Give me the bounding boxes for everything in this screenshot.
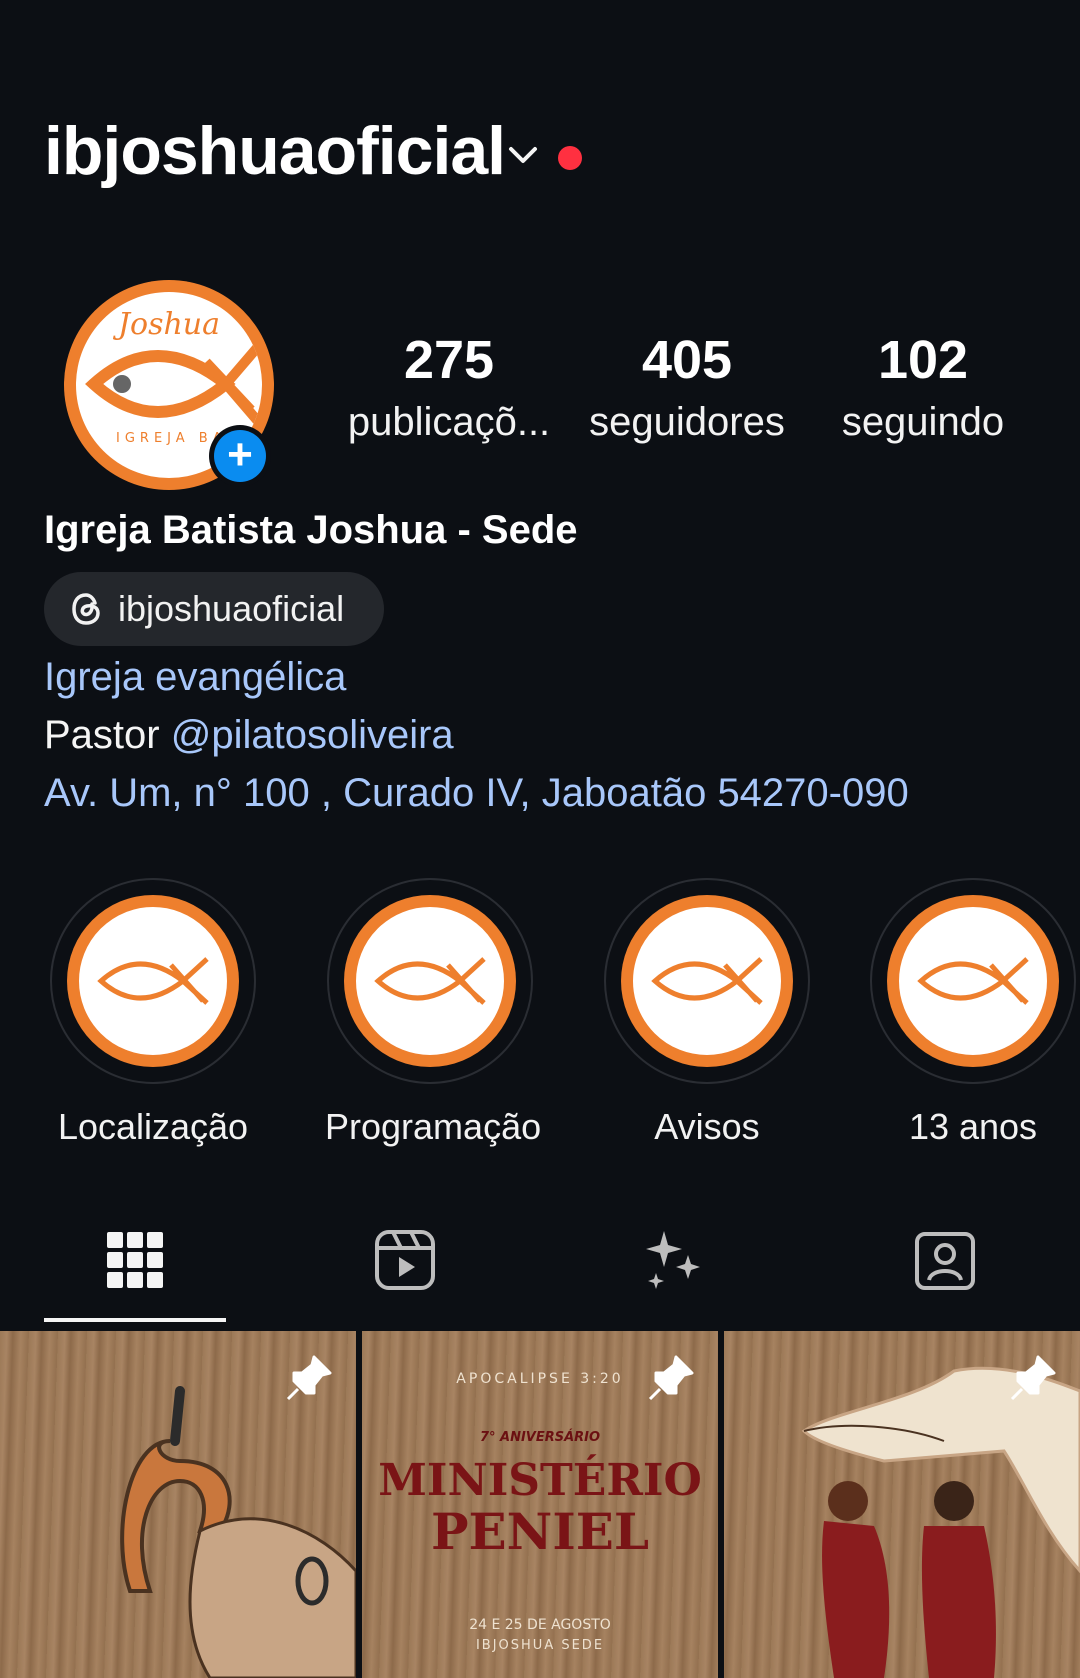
fish-icon xyxy=(97,957,209,1005)
post-tile-2[interactable]: APOCALIPSE 3:20 7° ANIVERSÁRIO MINISTÉRI… xyxy=(362,1331,718,1678)
stat-followers-label: seguidores xyxy=(589,400,785,444)
highlight-label: Programação xyxy=(325,1106,542,1147)
svg-text:MINISTÉRIO: MINISTÉRIO xyxy=(378,1453,702,1506)
chevron-down-icon[interactable] xyxy=(505,143,541,167)
stat-followers[interactable]: 405 seguidores xyxy=(572,330,802,454)
fish-icon xyxy=(374,957,486,1005)
pin-icon xyxy=(1010,1355,1056,1401)
svg-text:Joshua: Joshua xyxy=(112,307,220,342)
highlight-13-anos[interactable]: 13 anos xyxy=(868,878,1078,1148)
highlight-programacao[interactable]: Programação xyxy=(325,878,542,1148)
add-story-button[interactable]: + xyxy=(209,425,271,487)
profile-full-name: Igreja Batista Joshua - Sede xyxy=(44,508,578,552)
stat-following[interactable]: 102 seguindo xyxy=(808,330,1038,454)
stat-posts[interactable]: 275 publicaçõ... xyxy=(334,330,564,454)
notification-dot xyxy=(558,146,582,170)
tab-grid[interactable] xyxy=(85,1220,185,1300)
bio-mention-link[interactable]: @pilatosoliveira xyxy=(171,713,454,757)
profile-category[interactable]: Igreja evangélica xyxy=(44,648,346,706)
post-tile-1[interactable] xyxy=(0,1331,356,1678)
bio-prefix: Pastor xyxy=(44,713,171,757)
stat-following-count: 102 xyxy=(877,330,969,390)
highlight-localizacao[interactable]: Localização xyxy=(48,878,258,1148)
sparkles-icon xyxy=(646,1231,700,1289)
stat-following-label: seguindo xyxy=(841,400,1005,444)
stat-posts-label: publicaçõ... xyxy=(347,400,551,444)
svg-text:7° ANIVERSÁRIO: 7° ANIVERSÁRIO xyxy=(480,1429,600,1445)
threads-badge[interactable]: ibjoshuaoficial xyxy=(44,572,384,646)
bio-line: Pastor @pilatosoliveira xyxy=(44,706,454,764)
threads-handle: ibjoshuaoficial xyxy=(118,588,345,629)
active-tab-indicator xyxy=(44,1318,226,1322)
highlight-label: Avisos xyxy=(654,1106,760,1147)
grid-icon xyxy=(107,1232,163,1288)
tab-tagged[interactable] xyxy=(895,1220,995,1300)
stat-posts-count: 275 xyxy=(403,330,495,390)
address-link[interactable]: Av. Um, n° 100 , Curado IV, Jaboatão 542… xyxy=(44,764,909,822)
pin-icon xyxy=(286,1355,332,1401)
tab-reels[interactable] xyxy=(355,1220,455,1300)
fish-icon xyxy=(917,957,1029,1005)
highlight-label: Localização xyxy=(57,1106,249,1147)
highlight-avisos[interactable]: Avisos xyxy=(602,878,812,1148)
profile-username-title[interactable]: ibjoshuaoficial xyxy=(44,112,506,190)
svg-text:PENIEL: PENIEL xyxy=(431,1502,649,1561)
threads-icon xyxy=(72,593,100,625)
stat-followers-count: 405 xyxy=(641,330,733,390)
reels-icon xyxy=(375,1230,435,1290)
svg-text:IBJOSHUA SEDE: IBJOSHUA SEDE xyxy=(476,1638,604,1653)
pin-icon xyxy=(648,1355,694,1401)
post-tile-3[interactable] xyxy=(724,1331,1080,1678)
tab-sparkles[interactable] xyxy=(625,1220,725,1300)
highlight-label: 13 anos xyxy=(908,1106,1038,1147)
fish-icon xyxy=(651,957,763,1005)
svg-text:24 E 25 DE AGOSTO: 24 E 25 DE AGOSTO xyxy=(469,1617,611,1633)
svg-text:APOCALIPSE 3:20: APOCALIPSE 3:20 xyxy=(456,1371,623,1387)
tagged-icon xyxy=(915,1232,975,1290)
plus-icon: + xyxy=(214,430,266,482)
